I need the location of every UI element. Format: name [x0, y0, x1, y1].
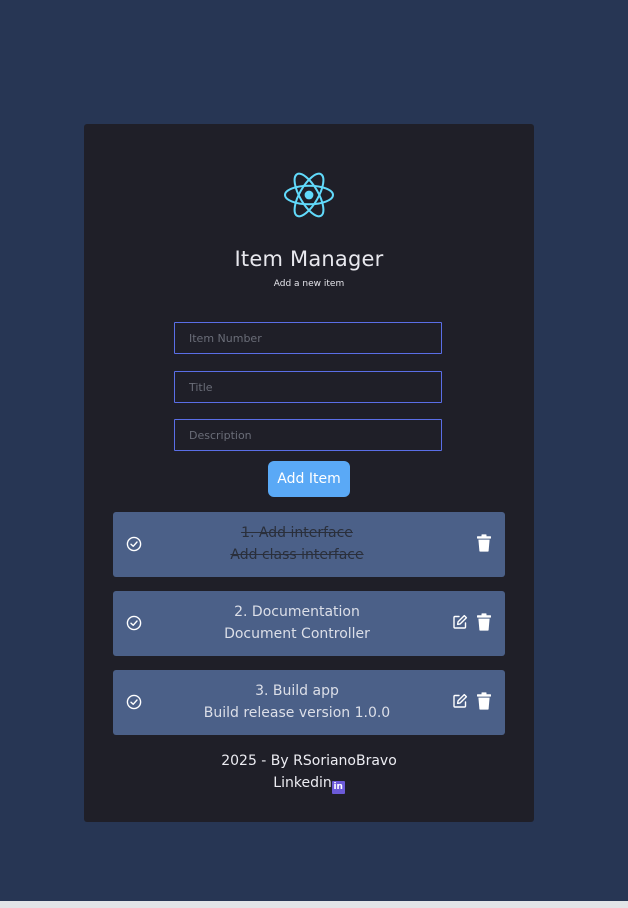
linkedin-link[interactable]: Linkedin in	[273, 775, 345, 794]
trash-icon[interactable]	[476, 534, 492, 552]
item-number-input[interactable]	[174, 322, 442, 354]
check-circle-icon[interactable]	[126, 615, 142, 631]
page-title: Item Manager	[234, 247, 384, 271]
item-title: 1. Add interface	[241, 525, 353, 541]
react-logo-icon	[284, 172, 334, 218]
list-item: 1. Add interface Add class interface	[113, 512, 505, 577]
list-item: 3. Build app Build release version 1.0.0	[113, 670, 505, 735]
edit-icon[interactable]	[452, 693, 468, 709]
linkedin-link-label: Linkedin	[273, 775, 332, 791]
footer: 2025 - By RSorianoBravo Linkedin in	[84, 750, 534, 794]
item-text: 1. Add interface Add class interface	[153, 522, 441, 566]
page-subtitle: Add a new item	[273, 279, 345, 289]
footer-credit: 2025 - By RSorianoBravo	[221, 753, 397, 769]
item-text: 2. Documentation Document Controller	[153, 601, 441, 645]
item-description: Build release version 1.0.0	[203, 705, 391, 721]
item-text: 3. Build app Build release version 1.0.0	[153, 680, 441, 724]
list-item: 2. Documentation Document Controller	[113, 591, 505, 656]
add-item-button[interactable]: Add Item	[268, 461, 350, 497]
description-input[interactable]	[174, 419, 442, 451]
item-title: 3. Build app	[255, 683, 339, 699]
title-input[interactable]	[174, 371, 442, 403]
check-circle-icon[interactable]	[126, 536, 142, 552]
trash-icon[interactable]	[476, 613, 492, 631]
item-manager-card: Item Manager Add a new item Add Item 1. …	[84, 124, 534, 822]
item-description: Add class interface	[230, 547, 364, 563]
window-bottom-edge	[0, 901, 628, 908]
edit-icon[interactable]	[452, 614, 468, 630]
check-circle-icon[interactable]	[126, 694, 142, 710]
trash-icon[interactable]	[476, 692, 492, 710]
linkedin-icon: in	[331, 781, 345, 794]
item-title: 2. Documentation	[234, 604, 360, 620]
item-description: Document Controller	[224, 626, 370, 642]
